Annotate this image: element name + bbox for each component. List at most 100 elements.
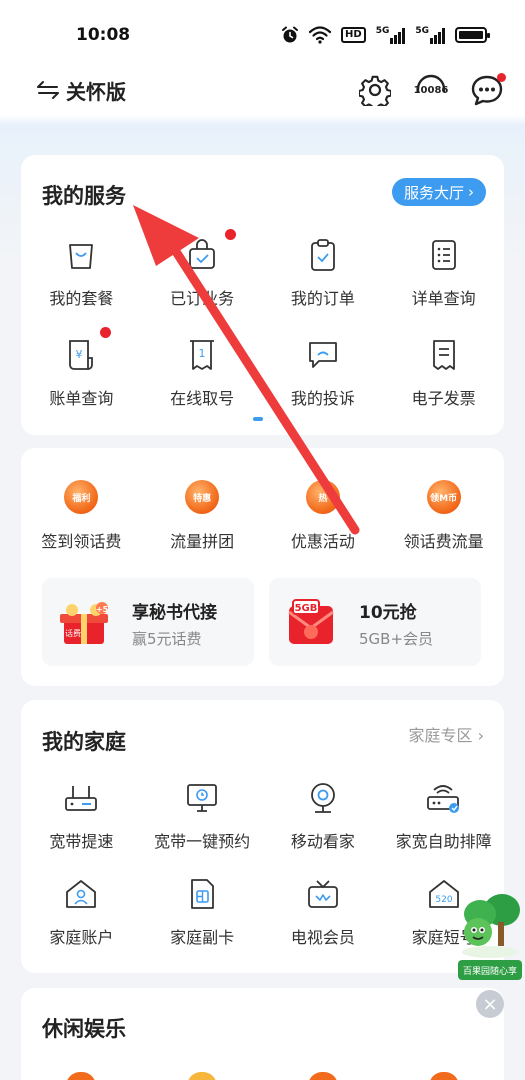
family-grid: 宽带提速 宽带一键预约 移动看家 家宽自助排障 家庭账户 家庭副卡 电视会员 5… (21, 780, 504, 948)
svg-text:+5: +5 (96, 605, 109, 614)
signal-1-icon: 5G (376, 26, 406, 44)
status-time: 10:08 (76, 25, 131, 45)
complaint-chat-icon (305, 337, 341, 373)
message-notification-dot (497, 73, 506, 82)
svg-text:话费: 话费 (65, 628, 81, 638)
notification-dot (225, 229, 237, 240)
data-package-icon: 5GB (288, 599, 334, 644)
service-bill-query[interactable]: ¥ 账单查询 (21, 327, 142, 409)
service-my-complaints[interactable]: 我的投诉 (263, 337, 384, 409)
queue-ticket-icon: 1 (184, 337, 220, 373)
family-broadband-speedup[interactable]: 宽带提速 (21, 780, 142, 852)
promo-group-buy[interactable]: 特惠 流量拼团 (142, 480, 263, 552)
service-subscribed[interactable]: 已订业务 (142, 229, 263, 309)
money-bag-icon: 热 (305, 480, 340, 514)
service-e-invoice[interactable]: 电子发票 (383, 337, 504, 409)
settings-button[interactable] (357, 72, 393, 108)
webcam-icon (305, 780, 341, 816)
family-account[interactable]: 家庭账户 (21, 876, 142, 948)
family-tv-membership[interactable]: 电视会员 (263, 876, 384, 948)
service-detail-query[interactable]: 详单查询 (383, 237, 504, 309)
service-my-plan[interactable]: 我的套餐 (21, 237, 142, 309)
router-icon (63, 780, 99, 816)
promotions-grid: 福利 签到领话费 特惠 流量拼团 热 优惠活动 领M币 领话费流量 (21, 480, 504, 552)
section-title: 休闲娱乐 (42, 1017, 126, 1041)
battery-icon (455, 27, 490, 43)
invoice-icon (426, 337, 462, 373)
gift-box-icon: +5 话费 (60, 602, 109, 644)
family-broadband-booking[interactable]: 宽带一键预约 (142, 780, 263, 852)
family-zone-label: 家庭专区 (408, 726, 473, 745)
shopping-bag-icon (63, 237, 99, 273)
router-wifi-icon (426, 780, 462, 816)
yuan-bill-icon: ¥ (63, 327, 112, 373)
promo-offers[interactable]: 热 优惠活动 (263, 480, 384, 552)
tv-icon (305, 876, 341, 912)
svg-text:1: 1 (199, 347, 206, 360)
care-mode-toggle[interactable]: 关怀版 (36, 76, 126, 105)
promotions-card: 福利 签到领话费 特惠 流量拼团 热 优惠活动 领M币 领话费流量 +5 话费 … (21, 448, 504, 686)
status-icons: HD 5G 5G (281, 26, 490, 44)
money-bag-icon: 福利 (64, 480, 99, 514)
services-grid: 我的套餐 已订业务 我的订单 详单查询 ¥ 账单查询 1 在线取号 我的投诉 电… (21, 229, 504, 409)
chevron-right-icon: › (468, 183, 474, 201)
family-secondary-card[interactable]: 家庭副卡 (142, 876, 263, 948)
service-hall-button[interactable]: 服务大厅 › (391, 178, 486, 206)
list-document-icon (426, 237, 462, 273)
family-zone-link[interactable]: 家庭专区 › (408, 722, 484, 746)
gear-icon (359, 75, 391, 106)
promo-title: 享秘书代接 (132, 603, 217, 623)
promo-title: 10元抢 (359, 603, 417, 623)
section-title: 我的服务 (42, 184, 126, 208)
subscribed-bag-icon (184, 229, 237, 273)
floating-ad-label: 百果园随心享 (458, 960, 522, 980)
promo-subtitle: 5GB+会员 (359, 630, 434, 648)
floating-ad[interactable]: 百果园随心享 (458, 888, 522, 983)
svg-text:¥: ¥ (76, 348, 83, 361)
leisure-icon[interactable] (187, 1072, 218, 1080)
leisure-icon[interactable] (307, 1072, 338, 1080)
care-mode-label: 关怀版 (66, 79, 126, 104)
service-online-queue[interactable]: 1 在线取号 (142, 337, 263, 409)
svg-text:5GB: 5GB (295, 603, 318, 614)
leisure-icon-row (21, 1072, 504, 1080)
clipboard-check-icon (305, 237, 341, 273)
home-520-icon: 520 (426, 876, 462, 912)
signal-2-icon: 5G (415, 26, 445, 44)
promo-claim-credit[interactable]: 领M币 领话费流量 (383, 480, 504, 552)
promo-10yuan-box[interactable]: 5GB 10元抢 5GB+会员 (269, 578, 481, 666)
service-hall-label: 服务大厅 (403, 183, 464, 202)
leisure-card: 休闲娱乐 (21, 988, 504, 1080)
section-title: 我的家庭 (42, 730, 126, 754)
family-broadband-troubleshoot[interactable]: 家宽自助排障 (383, 780, 504, 852)
family-mobile-homewatch[interactable]: 移动看家 (263, 780, 384, 852)
switch-arrows-icon (37, 81, 59, 99)
close-icon[interactable]: × (476, 990, 504, 1018)
monitor-clock-icon (184, 780, 220, 816)
sim-card-icon (184, 876, 220, 912)
app-header: 关怀版 10086 (0, 66, 525, 114)
leisure-icon[interactable] (66, 1072, 97, 1080)
money-bag-icon: 领M币 (426, 480, 461, 514)
wifi-icon (309, 26, 332, 44)
hotline-number: 10086 (413, 85, 449, 96)
promo-checkin[interactable]: 福利 签到领话费 (21, 480, 142, 552)
chevron-right-icon: › (477, 726, 484, 745)
home-user-icon (63, 876, 99, 912)
page-indicator (253, 417, 263, 421)
hd-icon: HD (341, 27, 366, 43)
leisure-icon[interactable] (428, 1072, 459, 1080)
money-bag-icon: 特惠 (185, 480, 220, 514)
service-my-orders[interactable]: 我的订单 (263, 237, 384, 309)
mascot-image (462, 894, 520, 958)
promo-subtitle: 赢5元话费 (132, 630, 202, 648)
header-actions: 10086 (357, 72, 506, 108)
my-services-card: 我的服务 服务大厅 › 我的套餐 已订业务 我的订单 详单查询 ¥ 账单查询 1… (21, 155, 504, 435)
svg-text:520: 520 (435, 895, 452, 905)
notification-dot (100, 327, 112, 338)
messages-button[interactable] (469, 72, 506, 108)
alarm-icon (282, 26, 299, 43)
hotline-button[interactable]: 10086 (413, 72, 449, 108)
my-family-card: 我的家庭 家庭专区 › 宽带提速 宽带一键预约 移动看家 家宽自助排障 家庭账户… (21, 700, 504, 973)
promo-secretary-box[interactable]: +5 话费 享秘书代接 赢5元话费 (42, 578, 254, 666)
